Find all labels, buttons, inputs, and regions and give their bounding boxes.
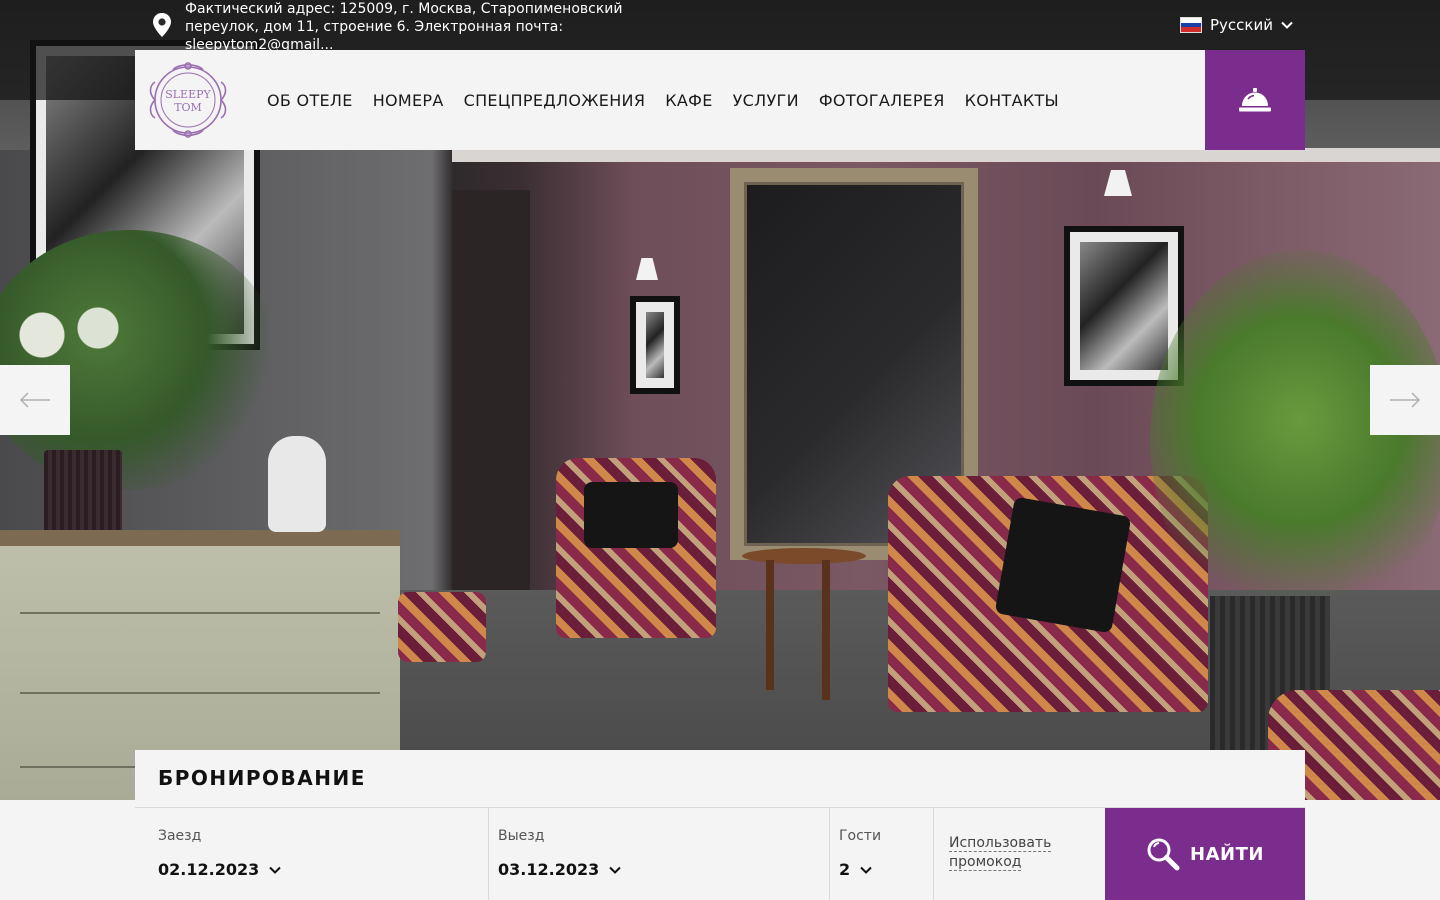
chevron-down-icon: [1281, 21, 1293, 29]
nav-item-services[interactable]: УСЛУГИ: [733, 91, 799, 110]
guests-label: Гости: [839, 828, 882, 844]
hero-coffee-table: [742, 548, 866, 564]
hero-table-leg: [822, 560, 830, 700]
hero-plant-right: [1150, 250, 1440, 630]
checkin-label: Заезд: [158, 828, 202, 844]
main-header: SLEEPY TOM ОБ ОТЕЛЕ НОМЕРА СПЕЦПРЕДЛОЖЕН…: [135, 50, 1205, 150]
hero-bust-sculpture: [268, 436, 326, 532]
promo-code-link[interactable]: Использовать промокод: [949, 834, 1069, 872]
address-text: Фактический адрес: 125009, г. Москва, Ст…: [185, 1, 623, 50]
language-label: Русский: [1210, 16, 1273, 34]
hero-doorway: [452, 190, 530, 610]
hero-cushion: [584, 482, 678, 548]
nav-item-contacts[interactable]: КОНТАКТЫ: [965, 91, 1059, 110]
guests-field[interactable]: Гости 2: [816, 808, 933, 900]
search-button[interactable]: НАЙТИ: [1105, 808, 1305, 900]
hero-drawer-line: [20, 612, 380, 614]
logo-text-line1: SLEEPY: [165, 88, 211, 101]
russian-flag-icon: [1180, 17, 1202, 33]
nav-item-gallery[interactable]: ФОТОГАЛЕРЕЯ: [819, 91, 945, 110]
reception-bell-button[interactable]: [1205, 50, 1305, 150]
reception-bell-icon: [1239, 88, 1271, 112]
hero-table-leg: [766, 560, 774, 690]
guests-value: 2: [839, 860, 851, 879]
booking-panel: БРОНИРОВАНИЕ Заезд 02.12.2023 Выезд 03.1…: [135, 750, 1305, 900]
arrow-left-icon: [19, 392, 50, 408]
hero-picture-small: [630, 296, 680, 394]
chevron-down-icon: [269, 866, 281, 874]
checkout-date-select[interactable]: 03.12.2023: [498, 860, 621, 879]
hero-cornice: [452, 148, 1440, 162]
search-icon: [1147, 838, 1180, 871]
nav-item-special-offers[interactable]: СПЕЦПРЕДЛОЖЕНИЯ: [464, 91, 646, 110]
promo-code-label: Использовать промокод: [949, 835, 1052, 871]
arrow-right-icon: [1390, 392, 1421, 408]
hero-wall-lamp: [1104, 170, 1132, 196]
chevron-down-icon: [609, 866, 621, 874]
field-separator: [933, 808, 934, 900]
language-selector[interactable]: Русский: [1180, 14, 1293, 36]
checkin-field[interactable]: Заезд 02.12.2023: [135, 808, 488, 900]
hotel-logo[interactable]: SLEEPY TOM: [145, 58, 231, 142]
nav-item-about[interactable]: ОБ ОТЕЛЕ: [267, 91, 353, 110]
main-nav: ОБ ОТЕЛЕ НОМЕРА СПЕЦПРЕДЛОЖЕНИЯ КАФЕ УСЛ…: [267, 50, 1059, 150]
slider-next-button[interactable]: [1370, 365, 1440, 435]
checkout-date-value: 03.12.2023: [498, 860, 600, 879]
nav-item-rooms[interactable]: НОМЕРА: [373, 91, 444, 110]
hero-drawer-line: [20, 692, 380, 694]
guests-select[interactable]: 2: [839, 860, 872, 879]
logo-text-line2: TOM: [174, 101, 202, 114]
slider-prev-button[interactable]: [0, 365, 70, 435]
booking-title: БРОНИРОВАНИЕ: [158, 766, 366, 790]
checkout-field[interactable]: Выезд 03.12.2023: [475, 808, 829, 900]
hero-flowers: [0, 300, 140, 370]
map-pin-icon: [153, 13, 171, 37]
hero-stool: [398, 592, 486, 662]
hero-wall-lamp: [636, 258, 658, 280]
hero-cushion: [994, 496, 1132, 634]
search-button-label: НАЙТИ: [1190, 843, 1264, 865]
nav-item-cafe[interactable]: КАФЕ: [665, 91, 712, 110]
checkout-label: Выезд: [498, 828, 545, 844]
checkin-date-select[interactable]: 02.12.2023: [158, 860, 281, 879]
chevron-down-icon: [860, 866, 872, 874]
checkin-date-value: 02.12.2023: [158, 860, 260, 879]
